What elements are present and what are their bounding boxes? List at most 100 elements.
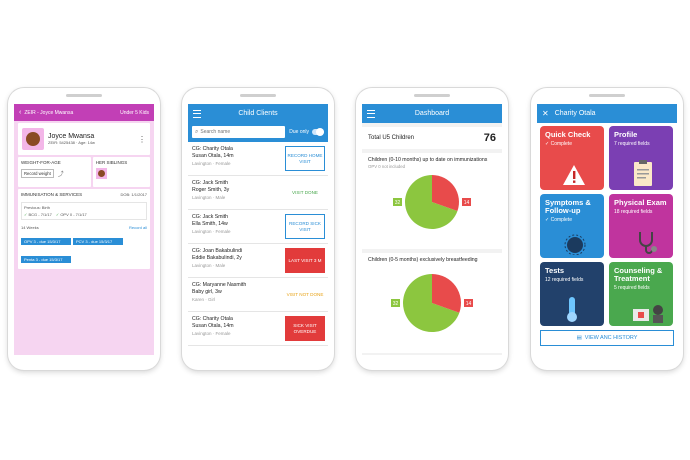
siblings-card: HER SIBLINGS xyxy=(92,157,150,187)
phone-frame-1: ‹ ZEIR - Joyce Mwansa Under 5 Kids Joyce… xyxy=(8,88,160,370)
header-action-link[interactable]: Under 5 Kids xyxy=(120,110,149,116)
speaker xyxy=(240,94,276,97)
view-anc-history-label: VIEW ANC HISTORY xyxy=(584,335,638,341)
dob-text: DOB: 1/1/2017 xyxy=(120,192,147,197)
opv0-text: OPV 0 - 7/1/17 xyxy=(60,212,87,217)
tile-title: Counseling & Treatment xyxy=(614,266,663,283)
record-home-visit-button[interactable]: RECORD HOME VISIT xyxy=(285,146,325,171)
dashboard-header: Dashboard xyxy=(362,104,502,123)
check-icon: ✓ xyxy=(55,212,60,217)
child-name: Roger Smith, 3y xyxy=(192,187,230,193)
sibling-avatar[interactable] xyxy=(95,168,107,179)
last-visit-button[interactable]: LAST VISIT 3 M xyxy=(285,248,325,273)
list-item[interactable]: CG: Maryanne Nasmith Baby girl, 3w Karen ·… xyxy=(188,278,328,312)
list-item[interactable]: CG: Jack Smith Roger Smith, 3y Lavington ·… xyxy=(188,176,328,210)
opv3-due-button[interactable]: OPV 3 - due 15/3/17 xyxy=(21,238,71,245)
counseling-treatment-tile[interactable]: Counseling & Treatment 5 required fields xyxy=(609,262,673,326)
tile-status: 5 required fields xyxy=(614,285,650,291)
record-all-link[interactable]: Record all xyxy=(129,225,147,230)
total-card: Total U5 Children 76 xyxy=(362,127,502,149)
child-name: Baby girl, 3w xyxy=(192,289,222,295)
visit-not-done-status: VISIT NOT DONE xyxy=(286,291,324,297)
virus-icon xyxy=(564,234,586,255)
phone-frame-3: Dashboard Total U5 Children 76 Children … xyxy=(356,88,508,370)
speaker xyxy=(414,94,450,97)
test-tube-icon xyxy=(567,297,577,322)
breastfeeding-pie-chart: 32 14 xyxy=(391,273,473,332)
red-count-label: 14 xyxy=(464,200,470,206)
location-gender: Lavington · Female xyxy=(192,229,231,234)
back-arrow-icon[interactable]: ‹ xyxy=(19,109,21,116)
tile-title: Symptoms & Follow-up xyxy=(545,198,591,215)
previous-birth-label: Previous: Birth xyxy=(24,205,51,210)
tile-status: ✓ Complete xyxy=(545,217,572,223)
client-title: Charity Otala xyxy=(554,110,596,117)
view-anc-history-button[interactable]: ▤ VIEW ANC HISTORY xyxy=(540,330,674,346)
penta3-due-button[interactable]: Penta 3 - due 15/3/17 xyxy=(21,256,71,263)
profile-tile[interactable]: Profile 7 required fields xyxy=(609,126,673,190)
menu-icon[interactable] xyxy=(367,109,375,118)
child-name: Joyce Mwansa xyxy=(48,133,95,140)
green-count-label: 32 xyxy=(395,200,401,206)
total-label: Total U5 Children xyxy=(368,135,415,141)
clients-header: Child Clients xyxy=(188,104,328,123)
menu-icon[interactable] xyxy=(193,109,201,118)
tests-tile[interactable]: Tests 12 required fields xyxy=(540,262,604,326)
phone-frame-2: Child Clients ⌕ Due only CG: Charity Ota… xyxy=(182,88,334,370)
stats-row: WEIGHT-FOR-AGE Record weight ⤴ HER SIBLI… xyxy=(18,157,150,187)
record-sick-visit-button[interactable]: RECORD SICK VISIT xyxy=(285,214,325,239)
child-id-age: ZEIR: 5425438 · Age: 14w xyxy=(48,140,95,145)
breastfeeding-title: Children (0-5 months) exclusively breast… xyxy=(368,257,478,263)
search-input[interactable] xyxy=(200,129,261,135)
due-only-label: Due only xyxy=(289,129,309,135)
symptoms-followup-tile[interactable]: Symptoms & Follow-up ✓ Complete xyxy=(540,194,604,258)
more-menu-icon[interactable]: ⋮ xyxy=(138,135,146,144)
child-name: Susan Otala, 14m xyxy=(192,153,234,159)
pcv3-due-button[interactable]: PCV 3 - due 15/3/17 xyxy=(73,238,123,245)
caregiver-name: CG: Charity Otala xyxy=(192,146,233,152)
physical-exam-tile[interactable]: Physical Exam 18 required fields xyxy=(609,194,673,258)
chart-icon[interactable]: ⤴ xyxy=(58,169,64,178)
medicine-icon xyxy=(633,305,663,323)
clipboard-icon xyxy=(634,160,652,186)
list-item[interactable]: CG: Charity Otala Susan Otala, 14m Lavingt… xyxy=(188,142,328,176)
client-list: CG: Charity Otala Susan Otala, 14m Lavingt… xyxy=(188,142,328,346)
location-gender: Lavington · Female xyxy=(192,161,231,166)
child-profile-screen: ‹ ZEIR - Joyce Mwansa Under 5 Kids Joyce… xyxy=(14,104,154,355)
caregiver-name: CG: Joan Bakabulindi xyxy=(192,248,243,254)
child-clients-screen: Child Clients ⌕ Due only CG: Charity Ota… xyxy=(188,104,328,355)
red-count-label: 14 xyxy=(466,301,472,307)
total-value: 76 xyxy=(483,132,496,144)
list-item[interactable]: CG: Jack Smith Ella Smith, 14w Lavington ·… xyxy=(188,210,328,244)
caregiver-name: CG: Maryanne Nasmith xyxy=(192,282,247,288)
opv0-done: ✓ OPV 0 - 7/1/17 xyxy=(56,212,87,217)
bcg-done: ✓ BCG - 7/1/17 xyxy=(24,212,52,217)
record-weight-button[interactable]: Record weight xyxy=(21,169,54,178)
speaker xyxy=(589,94,625,97)
bcg-text: BCG - 7/1/17 xyxy=(28,212,52,217)
breastfeeding-card: Children (0-5 months) exclusively breast… xyxy=(362,253,502,353)
due-only-toggle[interactable] xyxy=(312,128,324,136)
location-gender: Lavington · Male xyxy=(192,195,226,200)
green-count-label: 32 xyxy=(393,301,399,307)
list-item[interactable]: CG: Charity Otala Susan Otala, 14m Lavingt… xyxy=(188,312,328,346)
check-icon: ✓ xyxy=(24,212,28,217)
immunisation-label: IMMUNISATION & SERVICES xyxy=(21,192,83,197)
tile-title: Quick Check xyxy=(545,130,591,139)
location-gender: Karen · Girl xyxy=(192,297,216,302)
stethoscope-icon xyxy=(639,232,657,254)
close-icon[interactable]: ✕ xyxy=(542,109,549,118)
immunization-card: Children (0-10 months) up to date on imm… xyxy=(362,153,502,249)
child-name: Susan Otala, 14m xyxy=(192,323,234,329)
caregiver-name: CG: Jack Smith xyxy=(192,180,229,186)
location-gender: Lavington · Male xyxy=(192,263,226,268)
visit-done-status: VISIT DONE xyxy=(292,189,318,195)
child-name: Eddie Bakabulindi, 2y xyxy=(192,255,242,261)
search-bar: ⌕ Due only xyxy=(188,123,328,142)
sick-visit-overdue-button[interactable]: SICK VISIT OVERDUE xyxy=(285,316,325,341)
child-name: Ella Smith, 14w xyxy=(192,221,228,227)
quick-check-tile[interactable]: Quick Check ✓ Complete xyxy=(540,126,604,190)
list-item[interactable]: CG: Joan Bakabulindi Eddie Bakabulindi, 2… xyxy=(188,244,328,278)
header-title: ZEIR - Joyce Mwansa xyxy=(24,109,74,116)
caregiver-name: CG: Charity Otala xyxy=(192,316,233,322)
